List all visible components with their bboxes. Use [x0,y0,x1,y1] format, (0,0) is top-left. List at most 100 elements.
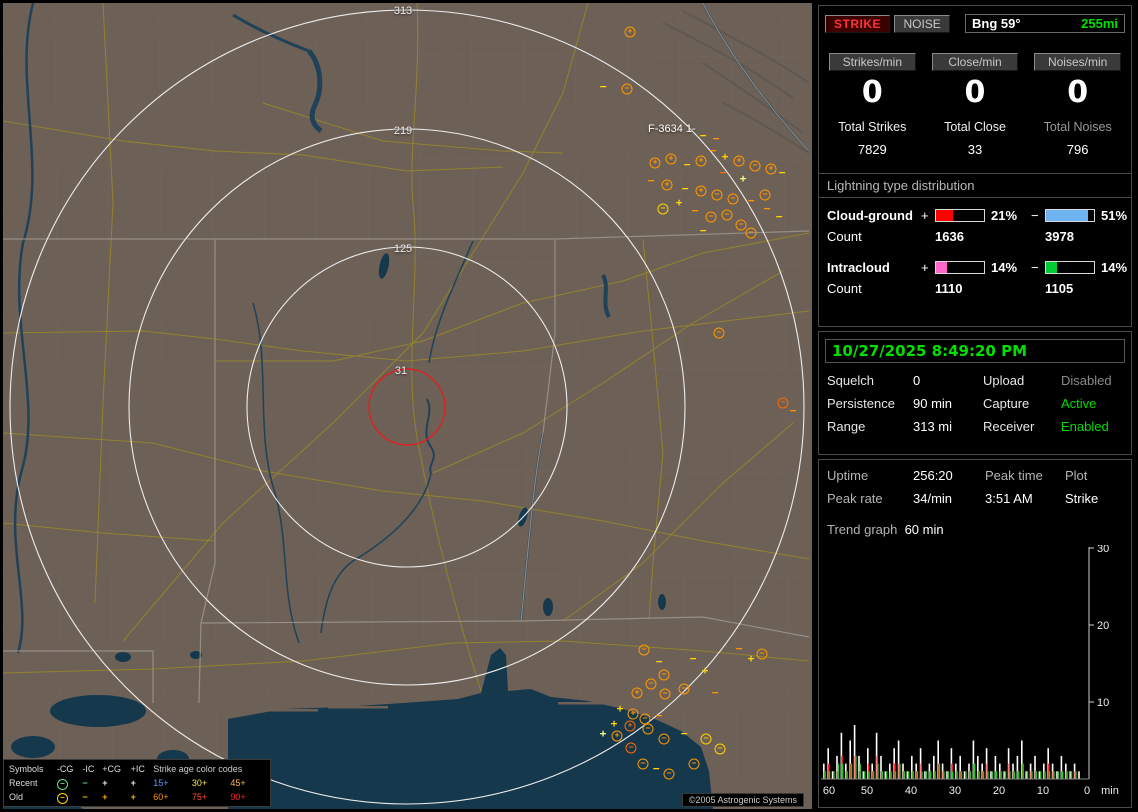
bearing-value: Bng 59° [972,16,1021,31]
strike-marker: − [658,204,669,215]
strike-marker: − [736,644,743,654]
strike-marker: + [740,174,747,184]
range-value: 313 mi [913,419,983,434]
legend-row-label: Recent [7,776,55,790]
strike-marker: + [625,27,636,38]
strike-marker: − [712,190,723,201]
total-noises-label: Total Noises [1034,120,1121,134]
ic-negative-bar [1045,261,1095,274]
strike-mode-button[interactable]: STRIKE [825,15,890,33]
strike-marker: − [710,146,717,156]
strike-marker: − [757,649,768,660]
svg-text:10: 10 [1097,697,1109,709]
noises-per-min-button[interactable]: Noises/min [1034,53,1121,71]
legend-symbol: + [102,792,107,802]
count-label: Count [827,229,921,244]
legend-age-code: 90+ [228,790,267,804]
strike-marker: + [611,719,618,729]
trend-box: Uptime 256:20 Peak time Plot Peak rate 3… [818,459,1132,808]
strike-marker: − [638,759,649,770]
intracloud-label: Intracloud [827,260,921,275]
strike-marker: + [696,186,707,197]
upload-label: Upload [983,373,1061,388]
svg-text:20: 20 [1097,620,1109,632]
count-label: Count [827,281,921,296]
strike-marker: − [690,654,697,664]
uptime-value: 256:20 [913,468,985,483]
legend-symbol: − [57,793,68,804]
strike-marker: − [712,688,719,698]
strike-marker: + [625,721,636,732]
legend-symbol: + [131,778,136,788]
strike-marker: + [676,198,683,208]
total-noises: Total Noises 796 [1034,120,1121,157]
legend-header: +IC [129,762,152,776]
total-strikes-value: 7829 [829,142,916,157]
strike-marker: − [713,134,720,144]
strike-marker: − [764,204,771,214]
svg-text:min: min [1101,785,1119,797]
distribution-title: Lightning type distribution [819,173,1131,198]
noises-per-min-value: 0 [1034,75,1121,110]
total-close: Total Close 33 [932,120,1019,157]
legend-symbol: + [102,778,107,788]
strike-marker: − [656,657,663,667]
strike-marker: − [692,206,699,216]
strike-marker: + [617,704,624,714]
strike-marker: − [640,714,651,725]
strike-marker: − [790,406,797,416]
close-per-min-button[interactable]: Close/min [932,53,1019,71]
strikes-per-min-value: 0 [829,75,916,110]
strike-marker: − [626,743,637,754]
trend-graph: 3020106050403020100min [821,545,1121,797]
minus-sign: − [1031,260,1045,275]
strike-marker: + [722,152,729,162]
trend-graph-label: Trend graph [827,522,897,537]
strike-marker: + [650,158,661,169]
intracloud-row: Intracloud + 14% − 14% [827,260,1131,275]
strike-marker: − [660,689,671,700]
receiver-status: Enabled [1061,419,1123,434]
strike-marker: − [750,161,761,172]
side-panel: STRIKE NOISE Bng 59° 255mi Strikes/min C… [815,0,1138,812]
legend-age-code: 15+ [151,776,190,790]
cloud-ground-label: Cloud-ground [827,208,921,223]
cg-positive-bar [935,209,985,222]
svg-text:50: 50 [861,785,873,797]
plus-sign: + [921,208,935,223]
strike-marker: − [701,734,712,745]
strike-marker: − [746,228,757,239]
intracloud-count-row: Count 1110 1105 [827,281,1131,296]
range-ring-label: 31 [395,365,407,377]
legend-age-code: 60+ [151,790,190,804]
range-ring-label: 313 [394,5,412,17]
strike-marker: − [664,769,675,780]
strike-marker: + [702,666,709,676]
noise-mode-button[interactable]: NOISE [894,15,949,33]
cg-negative-bar [1045,209,1095,222]
peak-time-label: Peak time [985,468,1065,483]
legend-header: Symbols [7,762,55,776]
legend-row-label: Old [7,790,55,804]
strike-marker: − [684,160,691,170]
plot-label: Plot [1065,468,1123,483]
ic-negative-count: 1105 [1045,281,1101,296]
strikes-per-min-button[interactable]: Strikes/min [829,53,916,71]
strike-marker: + [666,154,677,165]
status-box: 10/27/2025 8:49:20 PM Squelch 0 Upload D… [818,331,1132,455]
range-ring-label: 125 [394,243,412,255]
persistence-value: 90 min [913,396,983,411]
strike-marker: − [646,679,657,690]
strike-marker: − [659,734,670,745]
strike-marker: − [776,212,783,222]
legend-symbol: + [131,792,136,802]
strike-marker: − [720,168,727,178]
squelch-label: Squelch [827,373,913,388]
map[interactable]: +−−−−++−+−++−+−−+−+−−−−+−−+−−−−−−−−−−−−−… [3,3,812,809]
strike-marker: − [714,328,725,339]
storm-cell-label: F-3634 1- [648,123,696,135]
cg-positive-count: 1636 [935,229,991,244]
legend-symbol: − [82,778,87,788]
strike-marker: − [659,670,670,681]
range-label: Range [827,419,913,434]
